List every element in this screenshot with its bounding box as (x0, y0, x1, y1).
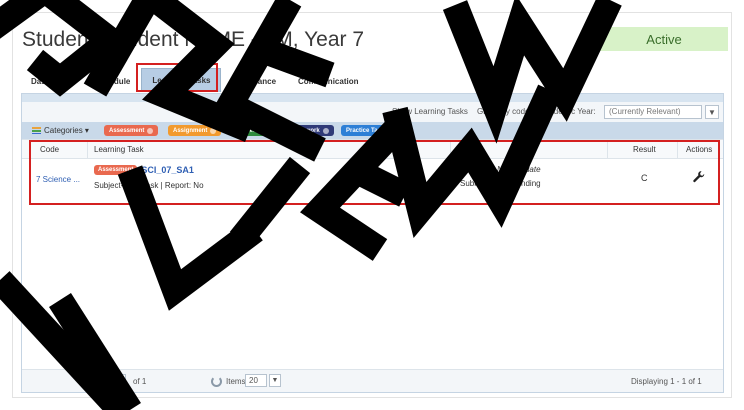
chip-practice-task[interactable]: Practice Task (341, 125, 399, 136)
academic-year-select[interactable]: (Currently Relevant) (604, 105, 702, 119)
tab-communication[interactable]: Communication (287, 70, 369, 92)
remove-icon[interactable] (322, 127, 329, 134)
result-cell: C (641, 173, 648, 183)
tab-attendance[interactable]: Attendance (221, 70, 287, 92)
task-meta: Subject-wide Task | Report: No (94, 181, 204, 190)
remove-icon[interactable] (147, 127, 154, 134)
task-name-link[interactable]: SCI_07_SA1 (141, 165, 194, 175)
chip-homework[interactable]: Homework (284, 125, 334, 136)
items-label: Items (226, 377, 246, 386)
show-tasks-toggle[interactable]: Show Learning Tasks (392, 107, 468, 116)
remove-icon[interactable] (387, 127, 394, 134)
due-date: Due date: No due date (460, 165, 541, 174)
pagination-bar: 1 of 1 Items 20 ▼ Displaying 1 - 1 of 1 (22, 369, 723, 392)
chevron-down-icon[interactable]: ▼ (705, 105, 719, 119)
chevron-down-icon[interactable]: ▼ (269, 374, 281, 387)
chip-assessment[interactable]: Assessment (104, 125, 159, 136)
column-header-actions: Actions (686, 145, 713, 154)
page-number-input[interactable]: 1 (106, 374, 126, 387)
categories-dropdown[interactable]: Categories ▾ (44, 126, 89, 135)
panel-header-strip (22, 94, 723, 102)
learning-tasks-panel: Show Learning Tasks Group by code Academ… (21, 93, 724, 393)
table-header: Code Learning Task Status Result Actions (22, 139, 723, 159)
category-badge: Assessment (94, 165, 138, 175)
tab-dashboard[interactable]: Dashboard (20, 70, 84, 92)
column-header-learning-task[interactable]: Learning Task (94, 145, 144, 154)
group-by-code-toggle[interactable]: Group by code (477, 107, 529, 116)
task-title[interactable]: Assessment SCI_07_SA1 (94, 165, 194, 175)
categories-icon (32, 127, 41, 134)
chip-general[interactable]: General (233, 125, 275, 136)
items-per-page-select[interactable]: 20 (245, 374, 267, 387)
refresh-icon[interactable] (211, 376, 222, 387)
categories-bar: Categories ▾ Assessment Assignment Gener… (22, 122, 723, 139)
pending-checkbox (500, 179, 510, 189)
column-header-status[interactable]: Status (456, 145, 479, 154)
page-title: Student: Student NAME - 7M, Year 7 (22, 28, 365, 51)
remove-icon[interactable] (263, 127, 270, 134)
academic-year-label: Academic Year: (540, 107, 596, 116)
submission-status: Submitted: Pending (460, 179, 541, 189)
status-badge: Active (600, 27, 728, 51)
column-header-code[interactable]: Code (40, 145, 59, 154)
table-row[interactable]: 7 Science ... Assessment SCI_07_SA1 Subje… (22, 161, 723, 201)
remove-icon[interactable] (210, 127, 217, 134)
task-code-cell[interactable]: 7 Science ... (36, 175, 80, 184)
wrench-icon[interactable] (692, 170, 706, 186)
column-header-result[interactable]: Result (633, 145, 656, 154)
chip-assignment[interactable]: Assignment (168, 125, 222, 136)
filter-toolbar: Show Learning Tasks Group by code Academ… (22, 102, 723, 122)
display-count: Displaying 1 - 1 of 1 (631, 377, 702, 386)
page-count: of 1 (133, 377, 147, 386)
tab-learning-tasks[interactable]: Learning Tasks (141, 68, 222, 92)
tab-schedule[interactable]: Schedule (84, 70, 142, 92)
tab-bar: Dashboard Schedule Learning Tasks Attend… (20, 66, 369, 92)
